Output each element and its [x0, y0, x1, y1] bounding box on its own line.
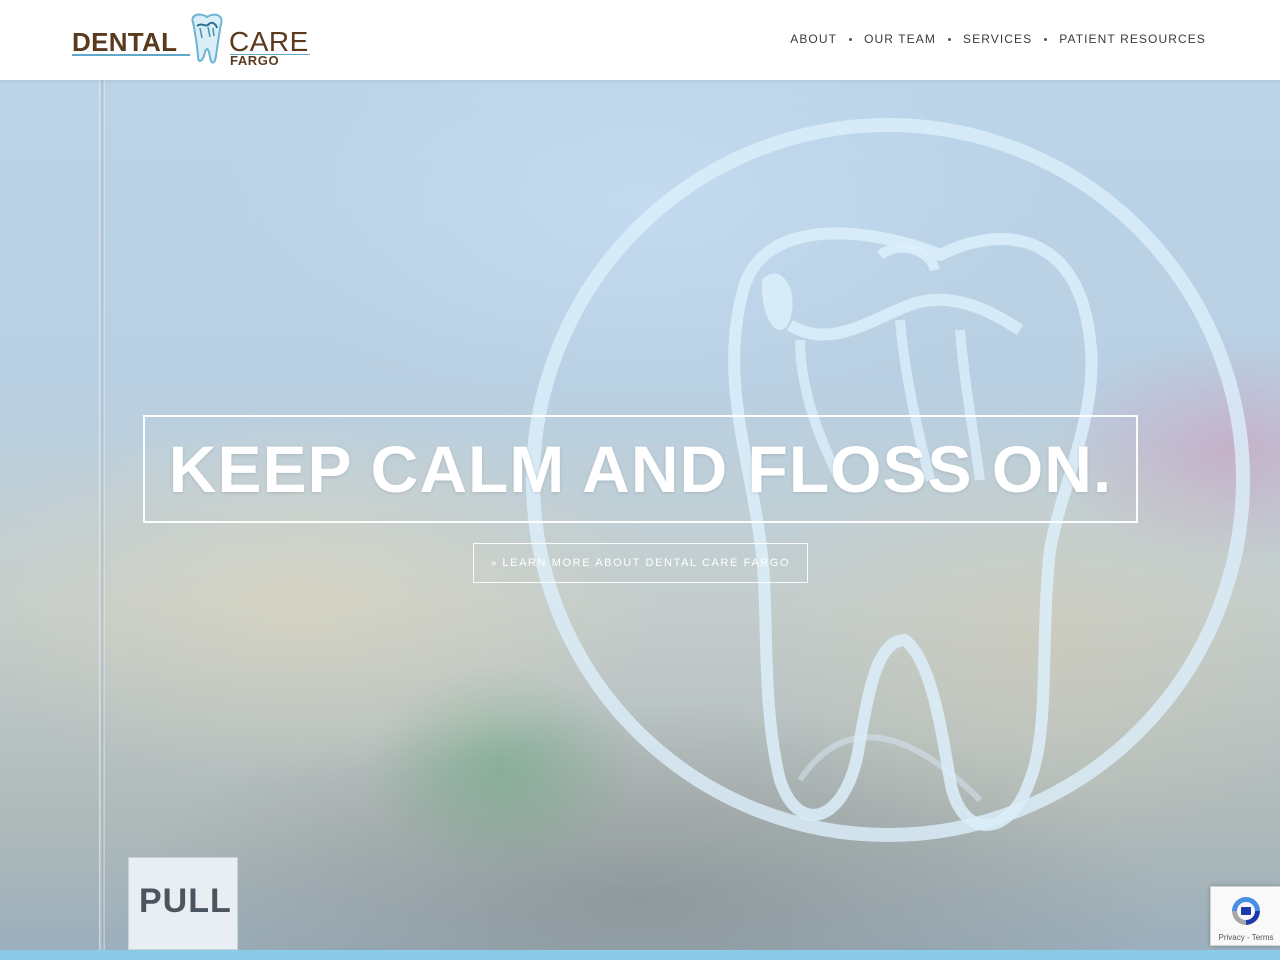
tooth-icon	[191, 13, 223, 64]
section-divider-strip	[0, 950, 1280, 960]
recaptcha-terms-link[interactable]: Terms	[1252, 933, 1274, 942]
recaptcha-badge[interactable]: Privacy - Terms	[1210, 886, 1280, 946]
logo-text-fargo: FARGO	[230, 53, 280, 68]
hero-headline-frame: KEEP CALM AND FLOSS ON.	[143, 415, 1138, 523]
nav-separator	[849, 37, 853, 41]
recaptcha-links: Privacy - Terms	[1211, 933, 1280, 942]
door-pull-label: PULL	[139, 882, 232, 920]
nav-separator	[1044, 37, 1048, 41]
recaptcha-icon	[1232, 897, 1260, 925]
door-pull-sign: PULL	[128, 857, 238, 950]
hero-headline: KEEP CALM AND FLOSS ON.	[168, 432, 1113, 506]
learn-more-button[interactable]: » LEARN MORE ABOUT DENTAL CARE FARGO	[473, 543, 808, 583]
main-nav: ABOUT OUR TEAM SERVICES PATIENT RESOURCE…	[790, 30, 1206, 48]
nav-item-about[interactable]: ABOUT	[790, 32, 837, 46]
nav-item-our-team[interactable]: OUR TEAM	[864, 32, 936, 46]
site-header: DENTAL CARE FARGO ABOUT OUR TEAM SERVICE…	[0, 0, 1280, 80]
learn-more-label: LEARN MORE ABOUT DENTAL CARE FARGO	[502, 557, 791, 569]
nav-item-services[interactable]: SERVICES	[963, 32, 1032, 46]
nav-item-patient-resources[interactable]: PATIENT RESOURCES	[1059, 32, 1206, 46]
hero-section: PULL KEEP CALM AND FLOSS ON. » LEARN MOR…	[0, 80, 1280, 950]
logo-underline	[72, 54, 190, 56]
double-chevron-down-icon: »	[490, 557, 497, 569]
recaptcha-privacy-link[interactable]: Privacy	[1219, 933, 1245, 942]
nav-separator	[947, 37, 951, 41]
site-logo[interactable]: DENTAL CARE FARGO	[72, 12, 314, 70]
recaptcha-link-separator: -	[1244, 933, 1252, 942]
